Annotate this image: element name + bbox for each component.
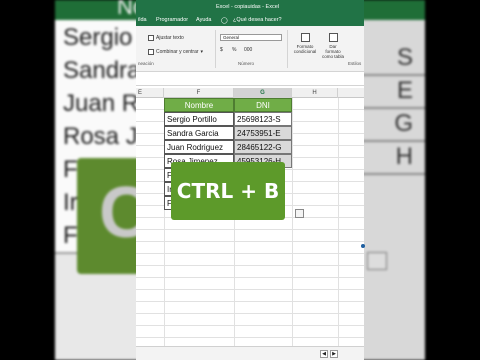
status-bar: ◀ ▶ bbox=[136, 346, 364, 360]
cell-name[interactable]: Sergio Portillo bbox=[164, 112, 234, 126]
grid-line bbox=[338, 98, 339, 348]
column-headers: E F G H bbox=[136, 88, 364, 98]
header-nombre[interactable]: Nombre bbox=[164, 98, 234, 112]
cell-dni[interactable]: 25698123-S bbox=[234, 112, 292, 126]
lightbulb-icon: ◯ bbox=[221, 18, 228, 24]
bg-paste-icon bbox=[367, 252, 387, 270]
cell-name[interactable]: Juan Rodriguez bbox=[164, 140, 234, 154]
chevron-down-icon: ▾ bbox=[200, 49, 204, 55]
styles-group: Formato condicional Dar formato como tab… bbox=[290, 30, 364, 68]
alignment-group: Ajustar texto Combinar y centrar ▾ neació… bbox=[136, 30, 216, 68]
paste-options-icon[interactable] bbox=[295, 209, 304, 218]
column-header-e[interactable]: E bbox=[136, 88, 164, 98]
column-header-h[interactable]: H bbox=[292, 88, 338, 98]
video-frame: Nor Sergio P Sandra Juan Ro Rosa Jin F I… bbox=[0, 0, 480, 360]
shortcut-overlay: CTRL + B bbox=[171, 162, 285, 220]
bg-letter: H bbox=[395, 143, 413, 170]
header-dni[interactable]: DNI bbox=[234, 98, 292, 112]
bg-row-text: F bbox=[63, 156, 78, 183]
merge-center-button[interactable]: Combinar y centrar ▾ bbox=[148, 49, 203, 55]
ribbon: Ajustar texto Combinar y centrar ▾ neació… bbox=[136, 26, 364, 72]
scroll-right-button[interactable]: ▶ bbox=[330, 350, 338, 358]
format-as-table-button[interactable]: Dar formato como tabla bbox=[322, 33, 344, 59]
bg-letter: E bbox=[396, 77, 413, 104]
number-group: General $ % 000 Número bbox=[218, 30, 288, 68]
grid-line bbox=[292, 98, 293, 348]
bg-letter: G bbox=[394, 110, 413, 137]
merge-icon bbox=[148, 49, 154, 55]
number-format-select[interactable]: General bbox=[220, 34, 282, 41]
column-header-g[interactable]: G bbox=[234, 88, 292, 98]
bg-row-text: F bbox=[63, 222, 78, 249]
thousands-button[interactable]: 000 bbox=[244, 47, 252, 53]
wrap-text-button[interactable]: Ajustar texto bbox=[148, 35, 184, 41]
tab-data[interactable]: ilda bbox=[138, 17, 147, 23]
merge-center-label: Combinar y centrar bbox=[156, 49, 199, 55]
tab-developer[interactable]: Programador bbox=[156, 17, 188, 23]
wrap-text-label: Ajustar texto bbox=[156, 35, 184, 41]
number-label: Número bbox=[238, 61, 255, 66]
ribbon-tabs: ilda Programador Ayuda ◯ ¿Qué desea hace… bbox=[136, 14, 364, 26]
conditional-format-button[interactable]: Formato condicional bbox=[292, 33, 318, 54]
cell-dni[interactable]: 28465122-G bbox=[234, 140, 292, 154]
scroll-left-button[interactable]: ◀ bbox=[320, 350, 328, 358]
table-format-icon bbox=[328, 33, 338, 42]
cell-dni[interactable]: 24753951-E bbox=[234, 126, 292, 140]
styles-label: Estilos bbox=[348, 61, 362, 66]
tell-me-search[interactable]: ¿Qué desea hacer? bbox=[233, 17, 282, 23]
column-header-f[interactable]: F bbox=[164, 88, 234, 98]
currency-button[interactable]: $ bbox=[220, 47, 223, 53]
bg-row-text: Sandra bbox=[63, 57, 141, 84]
conditional-format-label: Formato condicional bbox=[293, 44, 317, 54]
selection-handle bbox=[361, 244, 365, 248]
alignment-label: neación bbox=[138, 61, 154, 66]
cell-name[interactable]: Sandra Garcia bbox=[164, 126, 234, 140]
formula-bar[interactable] bbox=[136, 72, 364, 86]
wrap-icon bbox=[148, 35, 154, 41]
bg-letter: S bbox=[396, 44, 413, 71]
format-as-table-label: Dar formato como tabla bbox=[322, 44, 345, 59]
conditional-format-icon bbox=[300, 33, 310, 42]
window-title: Excel - copiauidas - Excel bbox=[216, 4, 279, 10]
tab-help[interactable]: Ayuda bbox=[196, 17, 212, 23]
bg-row-text: Ir bbox=[63, 189, 78, 216]
percent-button[interactable]: % bbox=[232, 47, 236, 53]
title-bar: Excel - copiauidas - Excel bbox=[136, 0, 364, 14]
